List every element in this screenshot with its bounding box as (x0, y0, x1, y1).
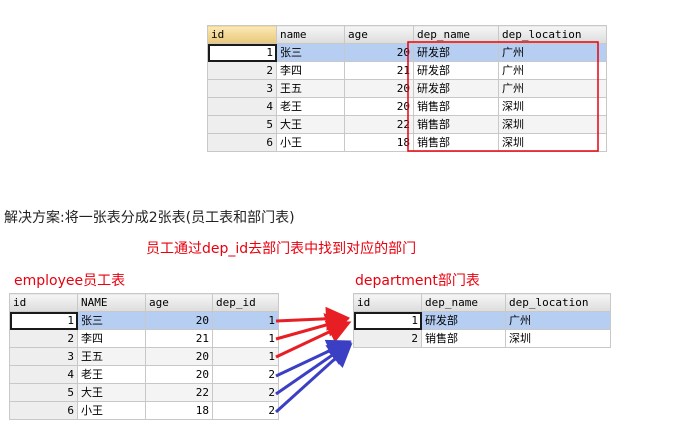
arrow-blue (274, 342, 353, 414)
annotation-overlay (274, 41, 599, 414)
arrow-red (275, 306, 350, 331)
highlight-box (407, 41, 599, 152)
